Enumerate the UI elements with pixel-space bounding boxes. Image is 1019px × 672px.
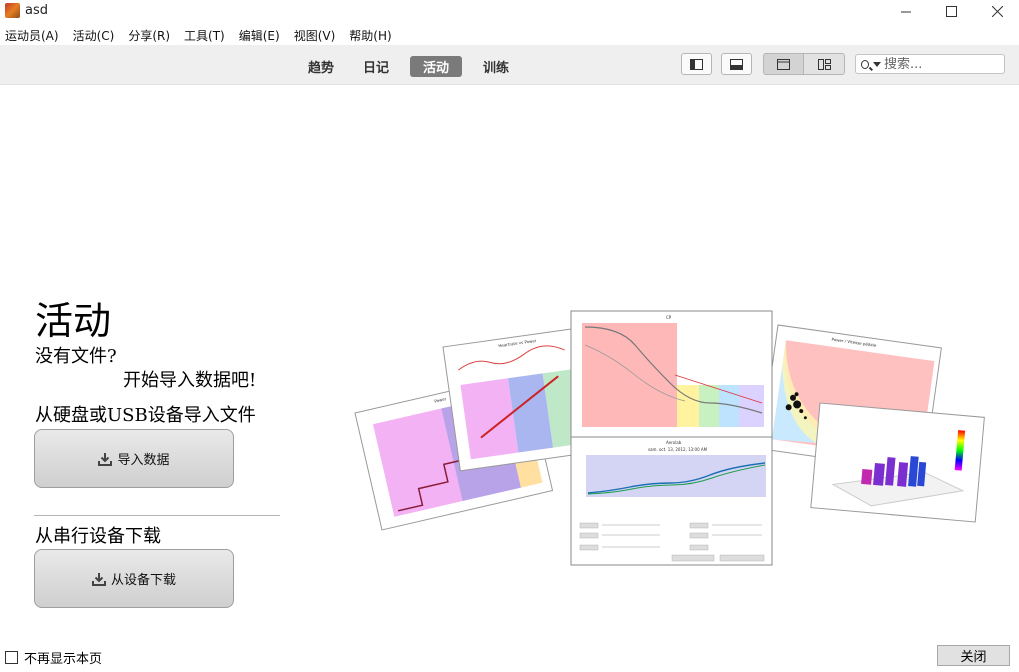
window-title: asd [25, 3, 48, 18]
download-from-device-label: 从设备下载 [110, 573, 176, 588]
search-icon [861, 59, 869, 69]
import-data-label: 导入数据 [117, 453, 170, 468]
tab-activities[interactable]: 活动 [410, 56, 463, 77]
heartrate-power-card: Heartrate vs Power [442, 328, 590, 472]
close-button[interactable]: 关闭 [937, 645, 1010, 666]
card-title-cp: CP [666, 315, 672, 320]
chart-collage: Power Heartrate vs Power Power / Vitesse… [350, 305, 990, 575]
tab-diary[interactable]: 日记 [355, 56, 397, 77]
toggle-sidebar-button[interactable] [681, 53, 712, 75]
menu-athlete[interactable]: 运动员(A) [0, 23, 67, 45]
menu-tools[interactable]: 工具(T) [179, 23, 233, 45]
close-window-button[interactable] [974, 0, 1019, 23]
tiles-icon [817, 58, 831, 70]
aerolab-subtitle: sam. oct. 13, 2012, 13:00 AM [648, 447, 708, 452]
search-box[interactable] [855, 54, 1005, 74]
3d-plot-card [810, 402, 985, 523]
tiled-view-button[interactable] [803, 53, 845, 75]
menu-bar: 运动员(A) 活动(C) 分享(R) 工具(T) 编辑(E) 视图(V) 帮助(… [0, 23, 1019, 45]
aerolab-card: Aerolab sam. oct. 13, 2012, 13:00 AM [570, 436, 773, 566]
page-title: 活动 [35, 299, 112, 343]
title-bar: asd [0, 0, 1019, 23]
cp-chart-card: CP [570, 310, 773, 438]
divider [34, 515, 280, 516]
start-import-text: 开始导入数据吧! [123, 370, 257, 391]
dont-show-again-option[interactable]: 不再显示本页 [5, 648, 102, 667]
import-section-label: 从硬盘或USB设备导入文件 [35, 405, 256, 426]
app-icon [5, 3, 20, 18]
collage-graphic: Power Heartrate vs Power Power / Vitesse… [354, 310, 985, 566]
bottom-panel-icon [730, 58, 743, 70]
menu-edit[interactable]: 编辑(E) [234, 23, 288, 45]
menu-share[interactable]: 分享(R) [123, 23, 178, 45]
menu-help[interactable]: 帮助(H) [344, 23, 399, 45]
import-data-button[interactable]: 导入数据 [34, 429, 234, 488]
tab-train[interactable]: 训练 [475, 56, 517, 77]
dont-show-again-label: 不再显示本页 [24, 652, 103, 667]
download-section-label: 从串行设备下载 [35, 526, 161, 547]
view-tabs: 趋势 日记 活动 训练 [300, 56, 530, 77]
single-view-button[interactable] [763, 53, 804, 75]
menu-view[interactable]: 视图(V) [289, 23, 344, 45]
no-files-text: 没有文件? [35, 346, 117, 367]
card-title-aerolab: Aerolab [666, 440, 682, 445]
window-icon [777, 58, 790, 70]
chevron-down-icon[interactable] [873, 61, 881, 67]
toolbar: 趋势 日记 活动 训练 [0, 45, 1019, 85]
download-icon [98, 452, 113, 466]
maximize-button[interactable] [928, 0, 974, 23]
menu-activity[interactable]: 活动(C) [68, 23, 123, 45]
minimize-button[interactable] [883, 0, 929, 23]
download-icon [91, 572, 106, 586]
sidebar-icon [690, 58, 703, 70]
dont-show-again-checkbox[interactable] [5, 651, 18, 664]
tab-trends[interactable]: 趋势 [300, 56, 342, 77]
toggle-bottom-panel-button[interactable] [721, 53, 752, 75]
download-from-device-button[interactable]: 从设备下载 [34, 549, 234, 608]
search-input[interactable] [884, 56, 1004, 72]
